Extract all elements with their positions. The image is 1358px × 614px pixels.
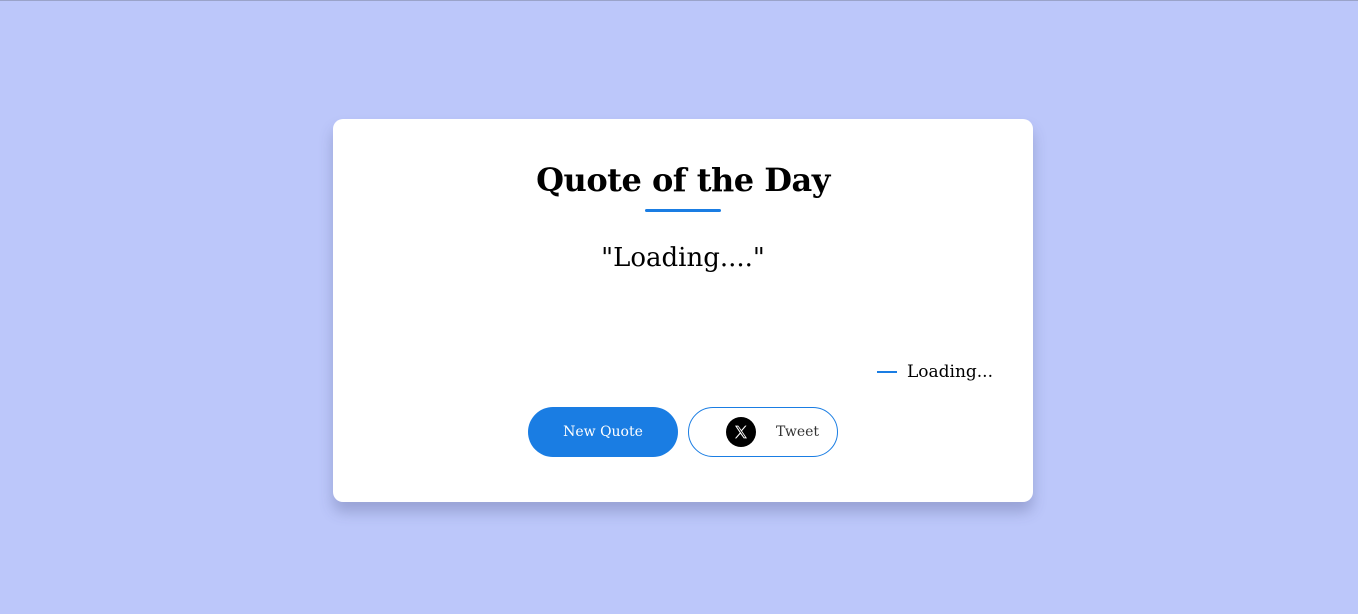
author-dash [876,371,897,373]
author-row: Loading... [876,362,993,382]
new-quote-label: New Quote [563,424,643,440]
tweet-button[interactable]: Tweet [688,407,838,457]
quote-text: "Loading...." [601,243,765,273]
tweet-label: Tweet [776,424,820,440]
quote-card: Quote of the Day "Loading...." Loading..… [333,119,1033,502]
author-name: Loading... [906,362,993,382]
title-underline [645,209,721,212]
new-quote-button[interactable]: New Quote [528,407,678,457]
page-title: Quote of the Day [536,161,830,199]
x-logo-icon [726,417,756,447]
